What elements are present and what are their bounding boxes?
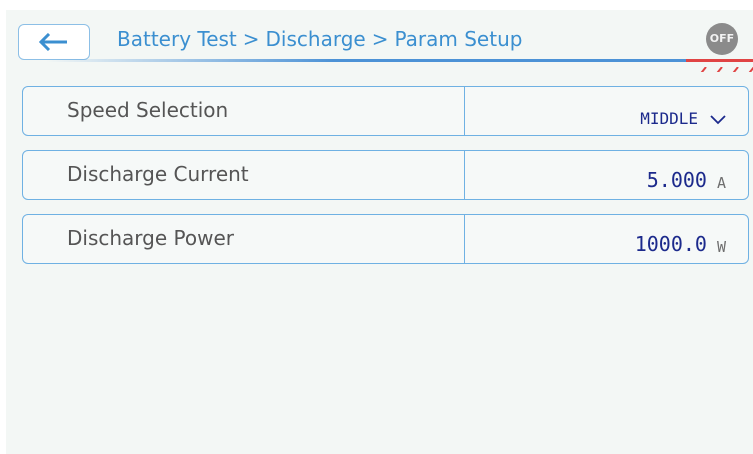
back-arrow-icon bbox=[39, 33, 67, 51]
discharge-current-field[interactable]: 5.000 A bbox=[465, 151, 748, 199]
breadcrumb-separator: > bbox=[242, 27, 260, 51]
breadcrumb-separator: > bbox=[371, 27, 389, 51]
param-unit: W bbox=[716, 238, 726, 256]
back-button[interactable] bbox=[18, 24, 90, 60]
breadcrumb-item-discharge[interactable]: Discharge bbox=[266, 27, 366, 51]
output-status-badge[interactable]: OFF bbox=[706, 23, 738, 55]
discharge-power-field[interactable]: 1000.0 W bbox=[465, 215, 748, 263]
speed-selection-dropdown[interactable]: MIDDLE bbox=[465, 87, 748, 135]
alert-hatch bbox=[694, 62, 753, 72]
param-value: 5.000 bbox=[646, 168, 707, 192]
param-label: Discharge Power bbox=[23, 215, 465, 263]
chevron-down-icon bbox=[710, 115, 726, 125]
param-row-discharge-current: Discharge Current 5.000 A bbox=[22, 150, 749, 200]
header-bar: Battery Test > Discharge > Param Setup OFF bbox=[6, 10, 753, 60]
screen: Battery Test > Discharge > Param Setup OFF S… bbox=[6, 10, 753, 454]
param-unit: A bbox=[716, 174, 726, 192]
breadcrumb-item-param-setup: Param Setup bbox=[394, 27, 523, 51]
param-value: MIDDLE bbox=[640, 109, 698, 128]
param-row-discharge-power: Discharge Power 1000.0 W bbox=[22, 214, 749, 264]
param-label: Speed Selection bbox=[23, 87, 465, 135]
breadcrumb-item-battery-test[interactable]: Battery Test bbox=[117, 27, 237, 51]
breadcrumb: Battery Test > Discharge > Param Setup bbox=[117, 21, 522, 57]
param-value: 1000.0 bbox=[634, 232, 707, 256]
param-row-speed-selection: Speed Selection MIDDLE bbox=[22, 86, 749, 136]
param-label: Discharge Current bbox=[23, 151, 465, 199]
header-underline bbox=[46, 59, 686, 62]
param-list: Speed Selection MIDDLE Discharge Current… bbox=[22, 86, 749, 278]
